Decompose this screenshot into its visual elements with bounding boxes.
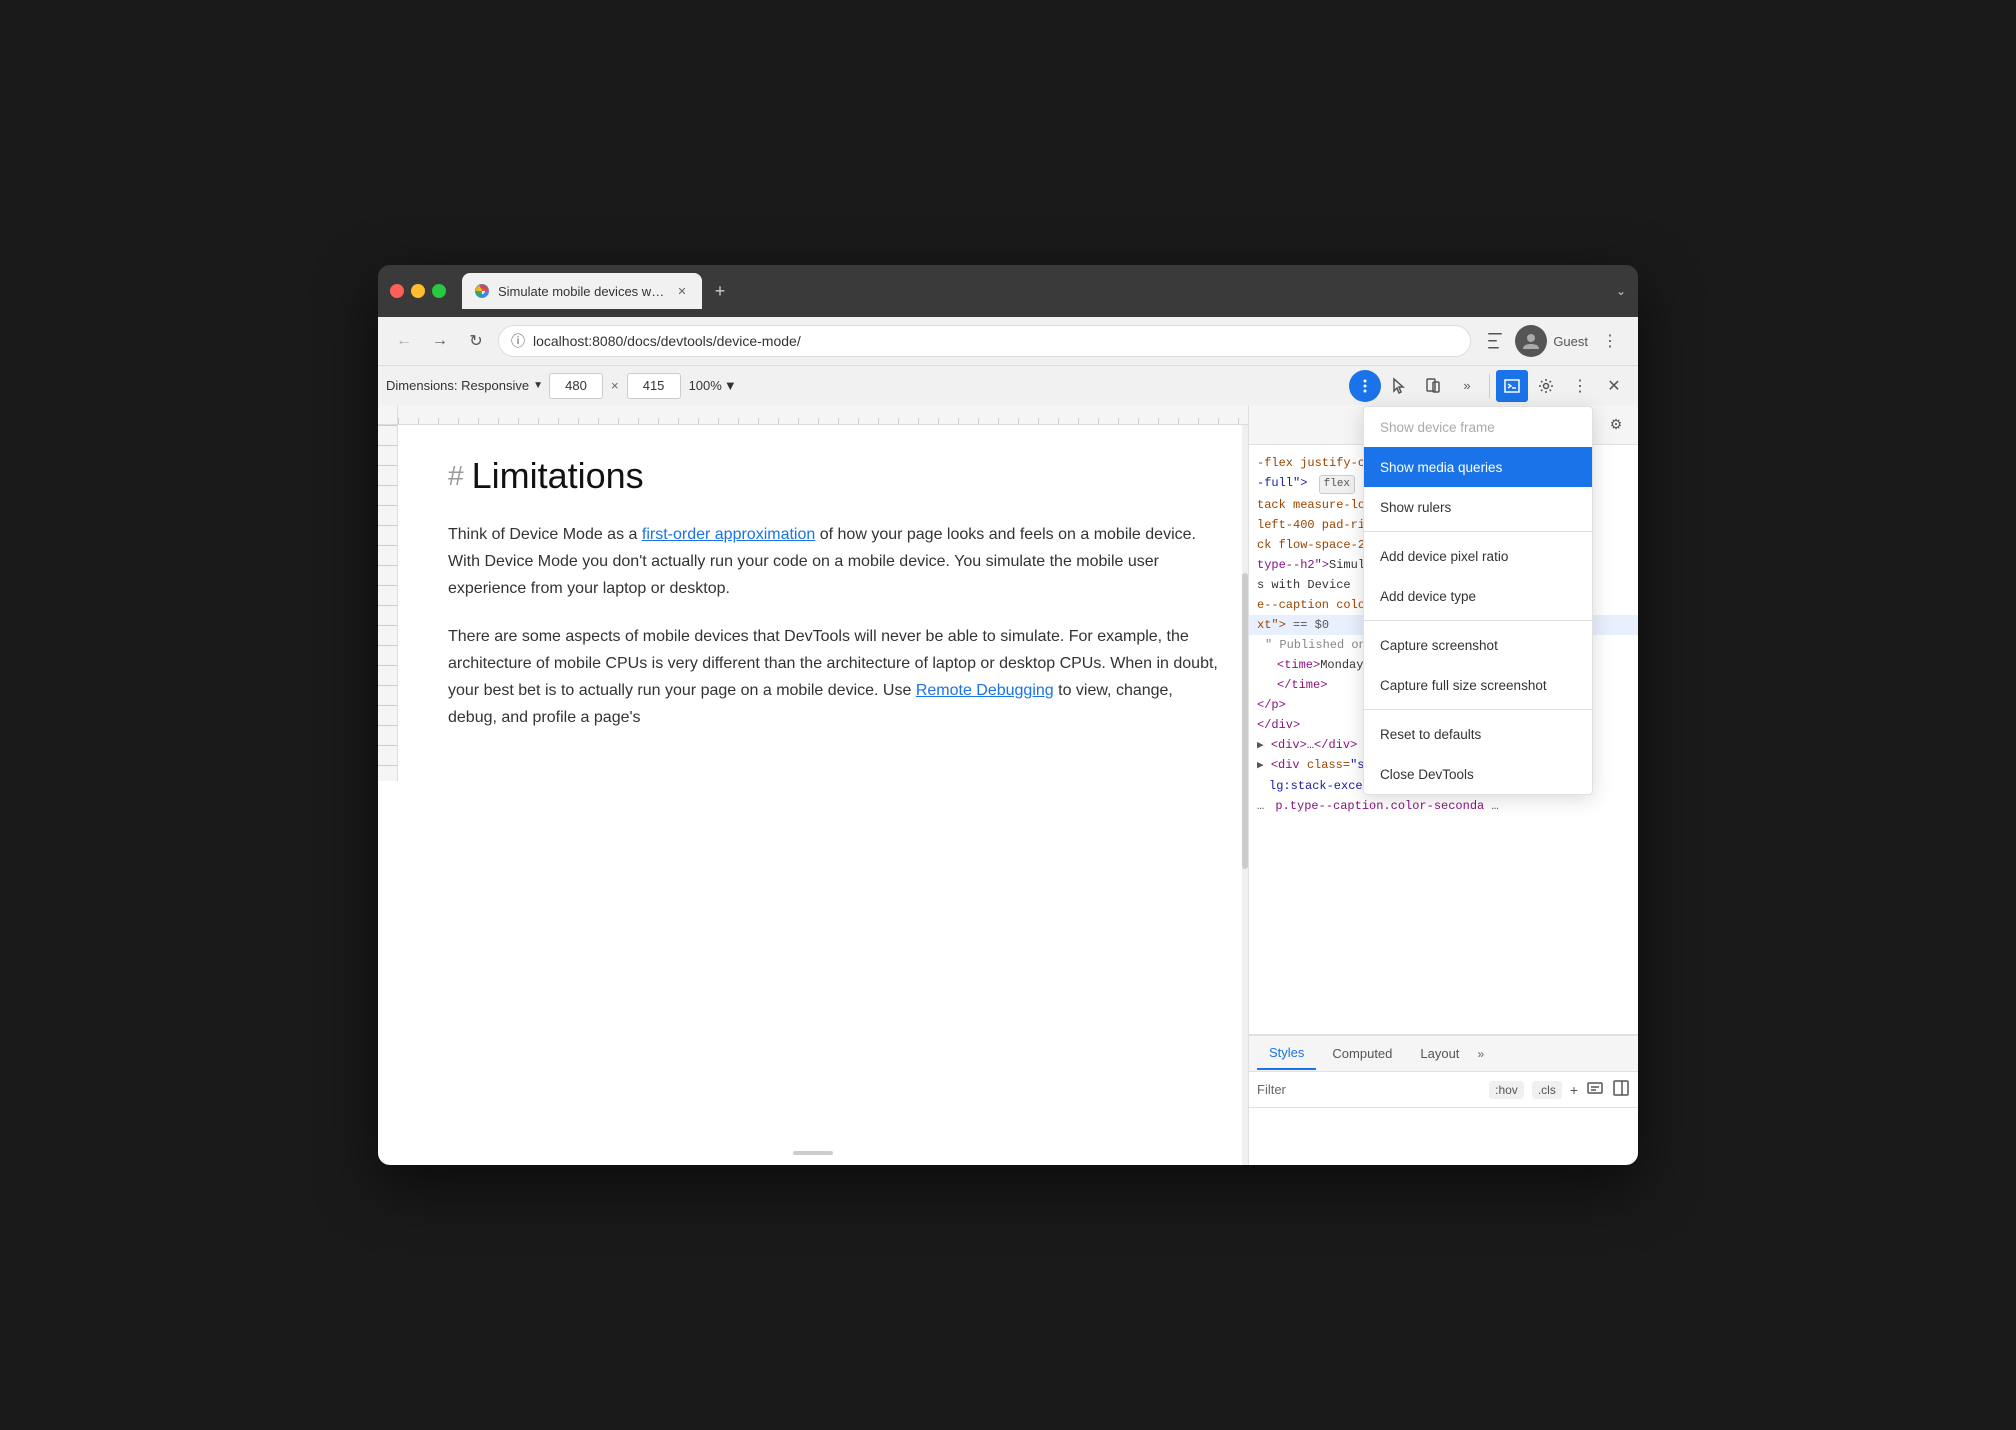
traffic-lights bbox=[390, 284, 446, 298]
menu-item-show-media-queries[interactable]: Show media queries bbox=[1364, 447, 1592, 487]
three-dot-menu-button[interactable] bbox=[1349, 370, 1381, 402]
remote-debugging-link[interactable]: Remote Debugging bbox=[916, 682, 1054, 699]
tab-favicon bbox=[474, 283, 490, 299]
width-input[interactable] bbox=[549, 373, 603, 399]
viewport-body: # Limitations Think of Device Mode as a … bbox=[378, 425, 1248, 781]
url-bar[interactable]: ⓘ localhost:8080/docs/devtools/device-mo… bbox=[498, 325, 1471, 357]
close-button[interactable] bbox=[390, 284, 404, 298]
viewport-with-ruler: # Limitations Think of Device Mode as a … bbox=[378, 405, 1248, 781]
scrollbar-thumb bbox=[1242, 573, 1248, 781]
maximize-button[interactable] bbox=[432, 284, 446, 298]
menu-button[interactable]: ⋮ bbox=[1594, 325, 1626, 357]
styles-tab-overflow[interactable]: » bbox=[1477, 1047, 1484, 1061]
tab-close-button[interactable]: ✕ bbox=[674, 283, 690, 299]
toggle-sidebar-icon[interactable] bbox=[1612, 1079, 1630, 1100]
styles-tab-computed[interactable]: Computed bbox=[1320, 1038, 1404, 1070]
menu-divider-3 bbox=[1364, 709, 1592, 710]
active-tab[interactable]: Simulate mobile devices with D ✕ bbox=[462, 273, 702, 309]
filter-hov-badge[interactable]: :hov bbox=[1489, 1081, 1524, 1099]
paragraph-2: There are some aspects of mobile devices… bbox=[448, 623, 1218, 732]
more-devtools-button[interactable]: ⋮ bbox=[1564, 370, 1596, 402]
menu-divider-1 bbox=[1364, 531, 1592, 532]
source-line-dots: … p.type--caption.color-seconda … bbox=[1249, 796, 1638, 816]
menu-item-show-device-frame[interactable]: Show device frame bbox=[1364, 407, 1592, 447]
new-tab-button[interactable]: + bbox=[706, 277, 734, 305]
menu-item-capture-screenshot[interactable]: Capture screenshot bbox=[1364, 625, 1592, 665]
title-bar: Simulate mobile devices with D ✕ + ⌄ bbox=[378, 265, 1638, 317]
device-toolbar: Dimensions: Responsive ▼ × 100% ▼ » bbox=[378, 365, 1638, 405]
settings-button[interactable] bbox=[1530, 370, 1562, 402]
profile-name: Guest bbox=[1553, 334, 1588, 349]
first-order-link[interactable]: first-order approximation bbox=[642, 526, 815, 543]
menu-item-add-pixel-ratio[interactable]: Add device pixel ratio bbox=[1364, 536, 1592, 576]
devtools-panel-actions: ⚙ bbox=[1602, 411, 1630, 439]
toolbar-icons: » ⋮ ✕ bbox=[1349, 370, 1630, 402]
dimension-separator: × bbox=[609, 378, 621, 393]
dimensions-arrow: ▼ bbox=[533, 380, 543, 391]
menu-item-show-rulers[interactable]: Show rulers bbox=[1364, 487, 1592, 527]
address-bar: ← → ↻ ⓘ localhost:8080/docs/devtools/dev… bbox=[378, 317, 1638, 365]
styles-tabs: Styles Computed Layout » bbox=[1249, 1036, 1638, 1072]
new-style-icon[interactable] bbox=[1586, 1079, 1604, 1100]
profile-button[interactable] bbox=[1515, 325, 1547, 357]
filter-label: Filter bbox=[1257, 1082, 1286, 1097]
browser-viewport: # Limitations Think of Device Mode as a … bbox=[378, 405, 1248, 1165]
menu-item-capture-fullsize[interactable]: Capture full size screenshot bbox=[1364, 665, 1592, 705]
forward-button[interactable]: → bbox=[426, 327, 454, 355]
ruler-h bbox=[398, 405, 1248, 424]
menu-item-close-devtools[interactable]: Close DevTools bbox=[1364, 754, 1592, 794]
console-button[interactable] bbox=[1496, 370, 1528, 402]
devtools-bottom-panel: Styles Computed Layout » Filter bbox=[1249, 1035, 1638, 1165]
tab-overflow[interactable]: ⌄ bbox=[1616, 284, 1626, 298]
menu-item-add-device-type[interactable]: Add device type bbox=[1364, 576, 1592, 616]
styles-tab-layout[interactable]: Layout bbox=[1408, 1038, 1471, 1070]
reload-button[interactable]: ↻ bbox=[462, 327, 490, 355]
devtools-settings-icon[interactable]: ⚙ bbox=[1602, 411, 1630, 439]
heading-hash: # bbox=[448, 460, 464, 492]
back-button[interactable]: ← bbox=[390, 327, 418, 355]
pointer-tool-button[interactable] bbox=[1383, 370, 1415, 402]
ruler-vertical bbox=[378, 425, 398, 781]
scrollbar[interactable] bbox=[1242, 425, 1248, 781]
device-toggle-button[interactable] bbox=[1417, 370, 1449, 402]
add-style-icon[interactable]: + bbox=[1570, 1082, 1578, 1098]
filter-bar: Filter :hov .cls + bbox=[1249, 1072, 1638, 1108]
menu-divider-2 bbox=[1364, 620, 1592, 621]
page-heading: # Limitations bbox=[448, 455, 1218, 497]
overflow-button[interactable]: » bbox=[1451, 370, 1483, 402]
zoom-dropdown[interactable]: 100% ▼ bbox=[687, 378, 739, 393]
tab-title: Simulate mobile devices with D bbox=[498, 284, 666, 299]
browser-actions: Guest ⋮ bbox=[1479, 325, 1626, 357]
browser-window: Simulate mobile devices with D ✕ + ⌄ ← →… bbox=[378, 265, 1638, 1165]
ruler-horizontal bbox=[378, 405, 1248, 425]
height-input[interactable] bbox=[627, 373, 681, 399]
styles-tab-styles[interactable]: Styles bbox=[1257, 1038, 1316, 1070]
lock-icon: ⓘ bbox=[511, 331, 525, 351]
flex-badge: flex bbox=[1319, 475, 1355, 494]
context-menu: Show device frame Show media queries Sho… bbox=[1363, 406, 1593, 795]
page-content: # Limitations Think of Device Mode as a … bbox=[398, 425, 1248, 781]
ruler-corner bbox=[378, 405, 398, 424]
bookmark-button[interactable] bbox=[1479, 325, 1511, 357]
dimensions-dropdown[interactable]: Dimensions: Responsive ▼ bbox=[386, 378, 543, 393]
paragraph-1: Think of Device Mode as a first-order ap… bbox=[448, 521, 1218, 603]
minimize-button[interactable] bbox=[411, 284, 425, 298]
filter-cls-badge[interactable]: .cls bbox=[1532, 1081, 1562, 1099]
menu-item-reset-defaults[interactable]: Reset to defaults bbox=[1364, 714, 1592, 754]
close-devtools-button[interactable]: ✕ bbox=[1598, 370, 1630, 402]
url-text: localhost:8080/docs/devtools/device-mode… bbox=[533, 333, 801, 349]
tab-bar: Simulate mobile devices with D ✕ + ⌄ bbox=[462, 273, 1626, 309]
toolbar-divider bbox=[1489, 374, 1490, 398]
